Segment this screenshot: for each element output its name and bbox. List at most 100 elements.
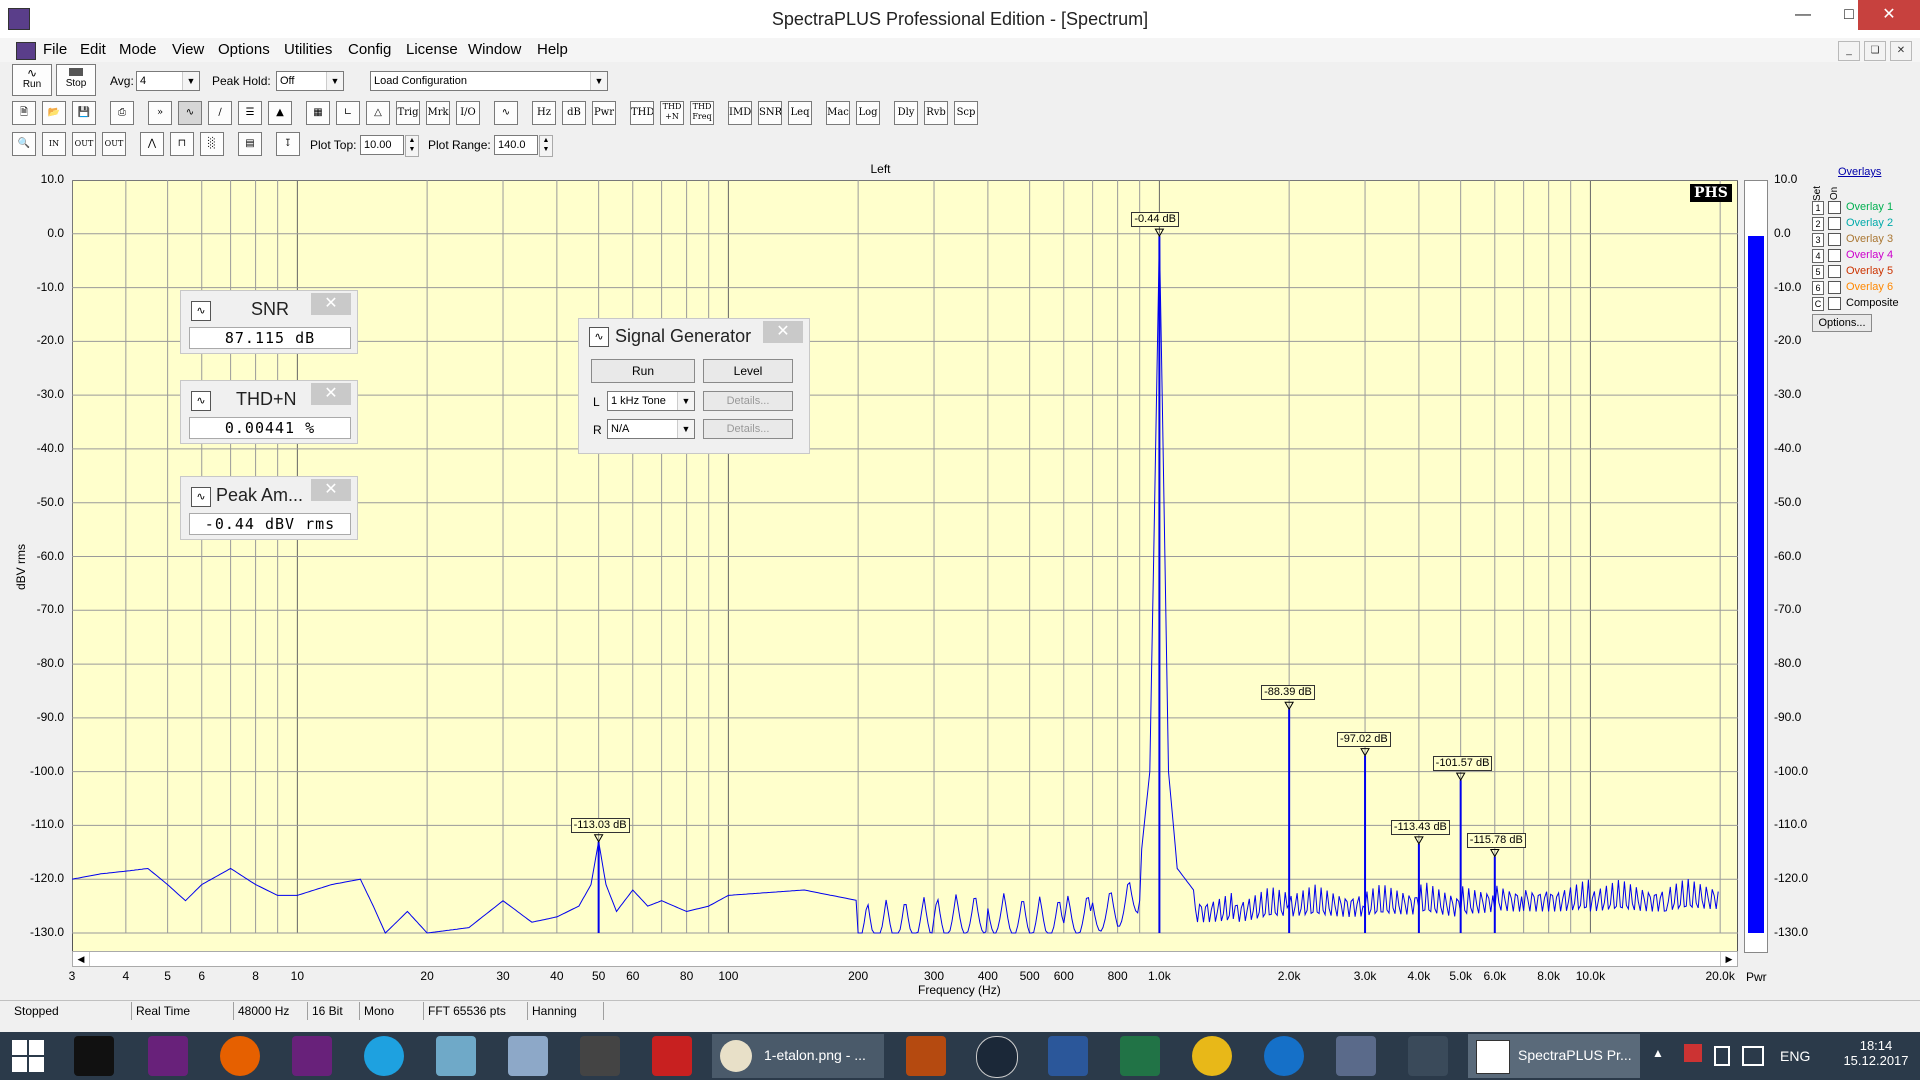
notes-icon[interactable]	[436, 1036, 476, 1076]
snr-button[interactable]: SNR	[758, 101, 782, 125]
tray-battery-icon[interactable]	[1714, 1046, 1730, 1066]
overlay-set-number[interactable]: 5	[1812, 265, 1824, 279]
menu-options[interactable]: Options	[218, 38, 270, 62]
firefox-icon[interactable]	[220, 1036, 260, 1076]
stop-button[interactable]: Stop	[56, 64, 96, 96]
mdi-minimize-button[interactable]: _	[1838, 41, 1860, 61]
overlay-checkbox[interactable]	[1828, 297, 1841, 310]
overlay-set-number[interactable]: 2	[1812, 217, 1824, 231]
start-windows-icon[interactable]	[12, 1040, 44, 1072]
load-config-select[interactable]: Load Configuration ▼	[370, 71, 608, 91]
thdn-button[interactable]: THD +N	[660, 101, 684, 125]
thd-freq-button[interactable]: THD Freq	[690, 101, 714, 125]
zoom-icon[interactable]: 🔍	[12, 132, 36, 156]
gen-right-details-button[interactable]: Details...	[703, 419, 793, 439]
save-icon[interactable]: 💾	[72, 101, 96, 125]
menu-file[interactable]: File	[43, 38, 67, 62]
spectrogram-icon[interactable]: ☰	[238, 101, 262, 125]
overlay-checkbox[interactable]	[1828, 201, 1841, 214]
run-button[interactable]: ∿ Run	[12, 64, 52, 96]
tray-up-arrow-icon[interactable]: ▲	[1652, 1046, 1664, 1060]
gen-left-select[interactable]: 1 kHz Tone ▼	[607, 391, 695, 411]
overlay-checkbox[interactable]	[1828, 217, 1841, 230]
overlay-set-number[interactable]: 3	[1812, 233, 1824, 247]
scroll-left-icon[interactable]: ◀	[73, 952, 90, 966]
line-plot-icon[interactable]: ⋀	[140, 132, 164, 156]
menu-mode[interactable]: Mode	[119, 38, 157, 62]
avg-select[interactable]: 4 ▼	[136, 71, 200, 91]
mac-button[interactable]: Mac	[826, 101, 850, 125]
menu-help[interactable]: Help	[537, 38, 568, 62]
peak-hold-select[interactable]: Off ▼	[276, 71, 344, 91]
overlay-row[interactable]: 3 Overlay 3	[1812, 233, 1920, 248]
mdi-restore-button[interactable]: ❏	[1864, 41, 1886, 61]
menu-utilities[interactable]: Utilities	[284, 38, 332, 62]
minimize-button[interactable]: —	[1780, 0, 1826, 30]
forward-icon[interactable]: »	[148, 101, 172, 125]
plot-top-input[interactable]: 10.00	[360, 135, 404, 155]
zoom-out-full-icon[interactable]: OUT FULL	[102, 132, 126, 156]
word-icon[interactable]	[1048, 1036, 1088, 1076]
sine-icon[interactable]: ∿	[494, 101, 518, 125]
overlay-row[interactable]: C Composite	[1812, 297, 1920, 312]
overlay-row[interactable]: 4 Overlay 4	[1812, 249, 1920, 264]
io-button[interactable]: I/O	[456, 101, 480, 125]
gen-level-button[interactable]: Level	[703, 359, 793, 383]
scale-icon[interactable]: ↧	[276, 132, 300, 156]
overlay-row[interactable]: 5 Overlay 5	[1812, 265, 1920, 280]
internet-explorer-icon[interactable]	[364, 1036, 404, 1076]
open-icon[interactable]: 📂	[42, 101, 66, 125]
db-button[interactable]: dB	[562, 101, 586, 125]
overlay-row[interactable]: 2 Overlay 2	[1812, 217, 1920, 232]
properties-icon[interactable]: ▤	[238, 132, 262, 156]
gen-run-button[interactable]: Run	[591, 359, 695, 383]
visual-studio-icon[interactable]	[148, 1036, 188, 1076]
scroll-right-icon[interactable]: ▶	[1720, 952, 1737, 966]
robot-icon[interactable]	[906, 1036, 946, 1076]
overlay-options-button[interactable]: Options...	[1812, 314, 1872, 332]
signal-gen-close-button[interactable]: ✕	[763, 321, 803, 343]
audio-mixer-icon[interactable]	[1336, 1036, 1376, 1076]
rvb-button[interactable]: Rvb	[924, 101, 948, 125]
peak-meter[interactable]: ∿ Peak Am... ✕ -0.44 dBV rms	[180, 476, 358, 540]
phase-icon[interactable]: ∕	[208, 101, 232, 125]
thdn-close-button[interactable]: ✕	[311, 383, 351, 405]
dly-button[interactable]: Dly	[894, 101, 918, 125]
settings-icon[interactable]: ▦	[306, 101, 330, 125]
menu-license[interactable]: License	[406, 38, 458, 62]
imd-button[interactable]: IMD	[728, 101, 752, 125]
overlay-row[interactable]: 1 Overlay 1	[1812, 201, 1920, 216]
tray-network-icon[interactable]	[1742, 1046, 1764, 1066]
visual-studio-2-icon[interactable]	[292, 1036, 332, 1076]
thdn-meter[interactable]: ∿ THD+N ✕ 0.00441 %	[180, 380, 358, 444]
gen-left-details-button[interactable]: Details...	[703, 391, 793, 411]
red-app-icon[interactable]	[652, 1036, 692, 1076]
tray-flag-icon[interactable]	[1684, 1044, 1702, 1062]
zoom-in-2x-icon[interactable]: IN 2X	[42, 132, 66, 156]
waveform-icon[interactable]: ∿	[178, 101, 202, 125]
signal-generator-window[interactable]: ∿ Signal Generator ✕ Run Level L 1 kHz T…	[578, 318, 810, 454]
log-button[interactable]: Log	[856, 101, 880, 125]
mdi-close-button[interactable]: ✕	[1890, 41, 1912, 61]
overlay-checkbox[interactable]	[1828, 249, 1841, 262]
menu-config[interactable]: Config	[348, 38, 391, 62]
leq-button[interactable]: Leq	[788, 101, 812, 125]
close-button[interactable]: ✕	[1858, 0, 1920, 30]
taskbar-paint-item[interactable]: 1-etalon.png - ...	[712, 1034, 884, 1078]
peak-close-button[interactable]: ✕	[311, 479, 351, 501]
steam-icon[interactable]	[976, 1036, 1018, 1078]
overlay-set-number[interactable]: 6	[1812, 281, 1824, 295]
menu-view[interactable]: View	[172, 38, 204, 62]
lightning-icon[interactable]	[1264, 1036, 1304, 1076]
overlay-set-number[interactable]: 1	[1812, 201, 1824, 215]
chrome-icon[interactable]	[1192, 1036, 1232, 1076]
overlay-set-number[interactable]: C	[1812, 297, 1824, 311]
plot-range-input[interactable]: 140.0	[494, 135, 538, 155]
network-app-icon[interactable]	[1408, 1036, 1448, 1076]
horizontal-scrollbar[interactable]: ◀ ▶	[72, 951, 1738, 967]
cry-engine-icon[interactable]	[74, 1036, 114, 1076]
axis-icon[interactable]: ∟	[336, 101, 360, 125]
scp-button[interactable]: Scp	[954, 101, 978, 125]
3d-surface-icon[interactable]: ▲	[268, 101, 292, 125]
plot-range-spinner[interactable]: ▲ ▼	[539, 135, 553, 157]
